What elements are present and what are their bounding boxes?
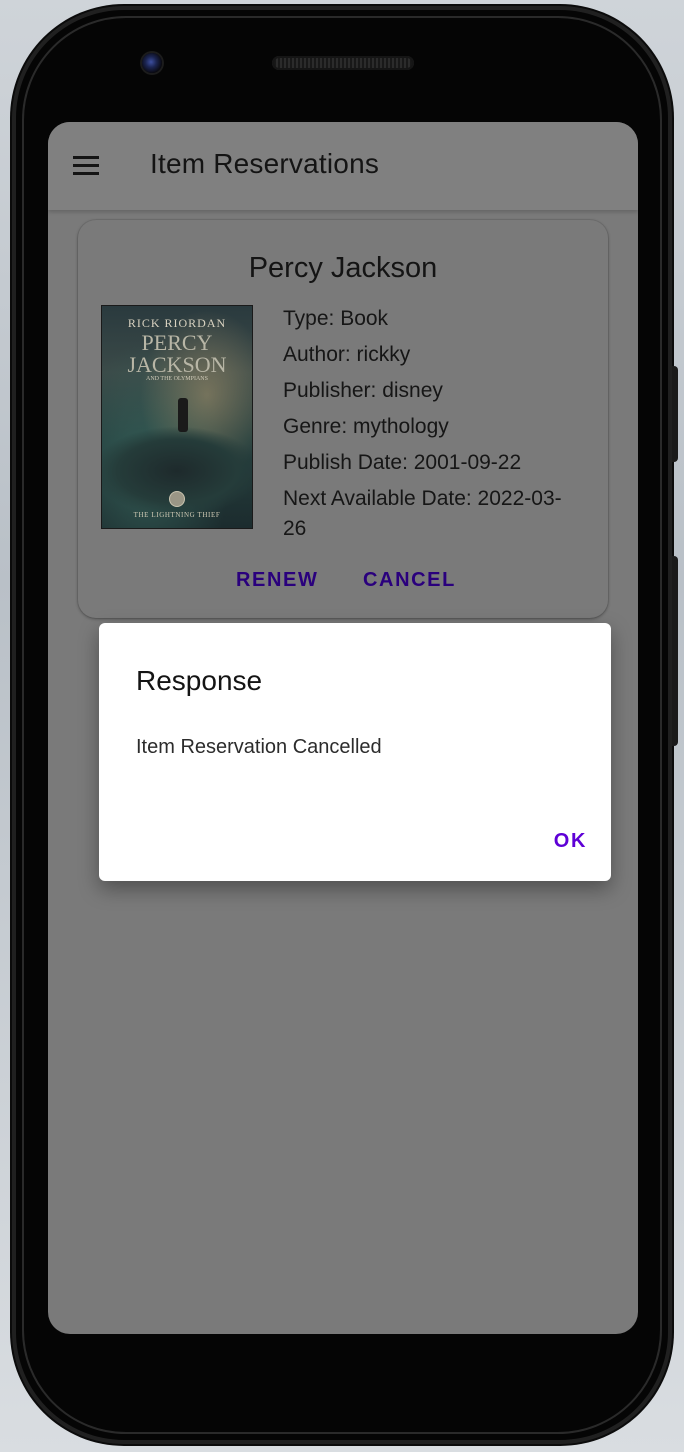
page-title: Item Reservations <box>150 148 380 179</box>
detail-author: Author: rickky <box>283 343 411 366</box>
detail-next-available-date: Next Available Date: 2022-03-26 <box>283 487 562 540</box>
hamburger-menu-icon[interactable] <box>70 152 102 182</box>
detail-publisher: Publisher: disney <box>283 379 443 402</box>
dialog-title: Response <box>136 665 263 696</box>
cancel-button[interactable]: CANCEL <box>363 569 456 592</box>
detail-genre: Genre: mythology <box>283 415 449 438</box>
card-actions: RENEW CANCEL <box>78 569 608 599</box>
cover-art-figure <box>178 398 188 432</box>
ok-button[interactable]: OK <box>554 830 587 853</box>
front-camera <box>142 53 162 73</box>
volume-button[interactable] <box>672 556 678 746</box>
book-cover-image: RICK RIORDAN PERCY JACKSON AND THE OLYMP… <box>102 306 252 528</box>
renew-button[interactable]: RENEW <box>236 569 318 592</box>
detail-publish-date: Publish Date: 2001-09-22 <box>283 451 522 474</box>
cover-footer-text: THE LIGHTNING THIEF <box>133 511 221 519</box>
detail-type: Type: Book <box>283 307 389 330</box>
item-title: Percy Jackson <box>248 252 438 284</box>
earpiece-speaker <box>272 56 414 70</box>
cover-author-text: RICK RIORDAN <box>127 316 227 330</box>
item-details: Type: Book Author: rickky Publisher: dis… <box>283 304 583 550</box>
app-screen: Item Reservations Percy Jackson RICK RIO… <box>48 122 638 1334</box>
phone-frame: Item Reservations Percy Jackson RICK RIO… <box>12 6 678 1444</box>
reservation-card: Percy Jackson RICK RIORDAN PERCY JACKSON… <box>78 220 608 618</box>
cover-title-text: PERCY JACKSON <box>127 330 227 377</box>
cover-series-badge <box>170 492 184 506</box>
power-button[interactable] <box>672 366 678 462</box>
cover-subtitle-text: AND THE OLYMPIANS <box>146 376 208 382</box>
app-bar: Item Reservations <box>48 122 638 210</box>
response-dialog: Response Item Reservation Cancelled OK <box>99 623 611 881</box>
dialog-message: Item Reservation Cancelled <box>136 736 382 758</box>
